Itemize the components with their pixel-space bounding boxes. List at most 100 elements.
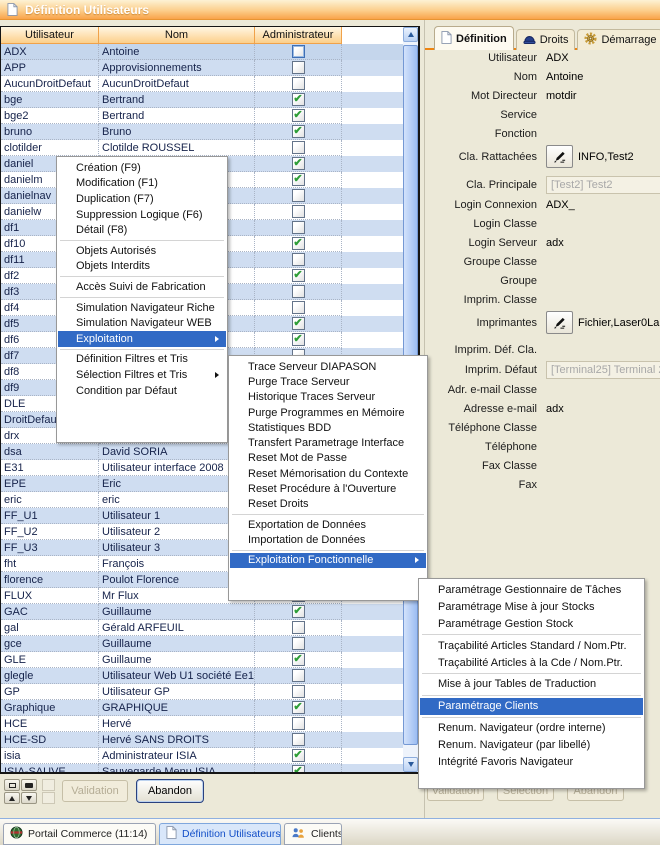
taskbar-tab-portail-commerce-11-14-[interactable]: Portail Commerce (11:14): [3, 823, 156, 845]
tab-droits[interactable]: Droits: [516, 29, 576, 50]
tab-d-finition[interactable]: Définition: [434, 26, 514, 50]
table-row[interactable]: glegleUtilisateur Web U1 société Ee1: [1, 668, 418, 684]
admin-checkbox[interactable]: [292, 749, 305, 762]
admin-checkbox[interactable]: [292, 141, 305, 154]
nav-last-record-button[interactable]: [21, 779, 37, 791]
column-header-nom[interactable]: Nom: [99, 27, 255, 44]
admin-checkbox[interactable]: [292, 205, 305, 218]
edit-list-button[interactable]: [546, 311, 573, 334]
admin-checkbox[interactable]: [292, 717, 305, 730]
field-text[interactable]: ADX: [546, 52, 569, 64]
admin-checkbox[interactable]: [292, 61, 305, 74]
admin-checkbox[interactable]: [292, 45, 305, 58]
menu-item[interactable]: Paramétrage Clients: [420, 698, 643, 715]
menu-item[interactable]: Exploitation: [58, 331, 226, 347]
menu-item[interactable]: Trace Serveur DIAPASON: [230, 359, 426, 374]
admin-checkbox[interactable]: [292, 685, 305, 698]
admin-checkbox[interactable]: [292, 93, 305, 106]
menu-item[interactable]: Objets Autorisés: [58, 243, 226, 259]
menu-item[interactable]: Reset Mot de Passe: [230, 451, 426, 466]
table-row[interactable]: brunoBruno: [1, 124, 418, 140]
menu-item[interactable]: Définition Filtres et Tris: [58, 352, 226, 368]
admin-checkbox[interactable]: [292, 637, 305, 650]
admin-checkbox[interactable]: [292, 317, 305, 330]
admin-checkbox[interactable]: [292, 125, 305, 138]
tab-d-marrage[interactable]: Démarrage: [577, 29, 660, 50]
menu-item[interactable]: Renum. Navigateur (ordre interne): [420, 720, 643, 737]
menu-item[interactable]: Simulation Navigateur WEB: [58, 315, 226, 331]
admin-checkbox[interactable]: [292, 173, 305, 186]
menu-item[interactable]: Détail (F8): [58, 222, 226, 238]
field-text[interactable]: Antoine: [546, 71, 583, 83]
menu-item[interactable]: Purge Trace Serveur: [230, 374, 426, 389]
abandon-button[interactable]: Abandon: [136, 779, 204, 803]
menu-item[interactable]: Création (F9): [58, 160, 226, 176]
table-row[interactable]: gceGuillaume: [1, 636, 418, 652]
admin-checkbox[interactable]: [292, 605, 305, 618]
table-row[interactable]: AucunDroitDefautAucunDroitDefaut: [1, 76, 418, 92]
menu-item[interactable]: Modification (F1): [58, 176, 226, 192]
table-row[interactable]: bgeBertrand: [1, 92, 418, 108]
table-row[interactable]: galGérald ARFEUIL: [1, 620, 418, 636]
table-row[interactable]: ISIA-SAUVESauvegarde Menu ISIA: [1, 764, 418, 774]
menu-item[interactable]: Exportation de Données: [230, 517, 426, 532]
admin-checkbox[interactable]: [292, 77, 305, 90]
table-row[interactable]: isiaAdministrateur ISIA: [1, 748, 418, 764]
admin-checkbox[interactable]: [292, 733, 305, 746]
menu-item[interactable]: Traçabilité Articles à la Cde / Nom.Ptr.: [420, 654, 643, 671]
admin-checkbox[interactable]: [292, 269, 305, 282]
table-row[interactable]: bge2Bertrand: [1, 108, 418, 124]
admin-checkbox[interactable]: [292, 221, 305, 234]
menu-item[interactable]: Reset Droits: [230, 497, 426, 512]
admin-checkbox[interactable]: [292, 669, 305, 682]
admin-checkbox[interactable]: [292, 157, 305, 170]
table-row[interactable]: GLEGuillaume: [1, 652, 418, 668]
menu-item[interactable]: Paramétrage Gestion Stock: [420, 616, 643, 633]
table-row[interactable]: clotilderClotilde ROUSSEL: [1, 140, 418, 156]
admin-checkbox[interactable]: [292, 765, 305, 774]
menu-item[interactable]: Mise à jour Tables de Traduction: [420, 676, 643, 693]
menu-item[interactable]: Purge Programmes en Mémoire: [230, 405, 426, 420]
menu-item[interactable]: Sélection Filtres et Tris: [58, 367, 226, 383]
table-row[interactable]: HCEHervé: [1, 716, 418, 732]
menu-item[interactable]: Objets Interdits: [58, 259, 226, 275]
field-text[interactable]: motdir: [546, 90, 577, 102]
nav-first-record-button[interactable]: [4, 779, 20, 791]
menu-item[interactable]: Exploitation Fonctionnelle: [230, 553, 426, 568]
menu-item[interactable]: Duplication (F7): [58, 191, 226, 207]
nav-next-button[interactable]: [21, 792, 37, 804]
admin-checkbox[interactable]: [292, 621, 305, 634]
admin-checkbox[interactable]: [292, 333, 305, 346]
table-row[interactable]: HCE-SDHervé SANS DROITS: [1, 732, 418, 748]
menu-item[interactable]: Reset Procédure à l'Ouverture: [230, 481, 426, 496]
menu-item[interactable]: Importation de Données: [230, 532, 426, 547]
admin-checkbox[interactable]: [292, 253, 305, 266]
scroll-down-button[interactable]: [403, 757, 418, 772]
menu-item[interactable]: Simulation Navigateur Riche: [58, 300, 226, 316]
field-text[interactable]: adx: [546, 403, 564, 415]
table-row[interactable]: GPUtilisateur GP: [1, 684, 418, 700]
menu-item[interactable]: Statistiques BDD: [230, 420, 426, 435]
column-header-utilisateur[interactable]: Utilisateur: [1, 27, 99, 44]
menu-item[interactable]: Reset Mémorisation du Contexte: [230, 466, 426, 481]
menu-item[interactable]: Suppression Logique (F6): [58, 207, 226, 223]
menu-item[interactable]: Traçabilité Articles Standard / Nom.Ptr.: [420, 637, 643, 654]
edit-list-button[interactable]: [546, 145, 573, 168]
menu-item[interactable]: Transfert Parametrage Interface: [230, 435, 426, 450]
table-row[interactable]: APPApprovisionnements: [1, 60, 418, 76]
admin-checkbox[interactable]: [292, 285, 305, 298]
column-header-administrateur[interactable]: Administrateur: [255, 27, 342, 44]
table-row[interactable]: GACGuillaume: [1, 604, 418, 620]
taskbar-tab-d-finition-utilisateurs[interactable]: Définition Utilisateurs: [159, 823, 281, 845]
admin-checkbox[interactable]: [292, 301, 305, 314]
menu-item[interactable]: Historique Traces Serveur: [230, 390, 426, 405]
menu-item[interactable]: Accès Suivi de Fabrication: [58, 279, 226, 295]
field-text[interactable]: ADX_: [546, 199, 575, 211]
menu-item[interactable]: Paramétrage Mise à jour Stocks: [420, 599, 643, 616]
table-row[interactable]: GraphiqueGRAPHIQUE: [1, 700, 418, 716]
admin-checkbox[interactable]: [292, 109, 305, 122]
taskbar-tab-clients[interactable]: Clients: [284, 823, 342, 845]
menu-item[interactable]: Condition par Défaut: [58, 383, 226, 399]
scroll-up-button[interactable]: [403, 27, 418, 42]
admin-checkbox[interactable]: [292, 237, 305, 250]
